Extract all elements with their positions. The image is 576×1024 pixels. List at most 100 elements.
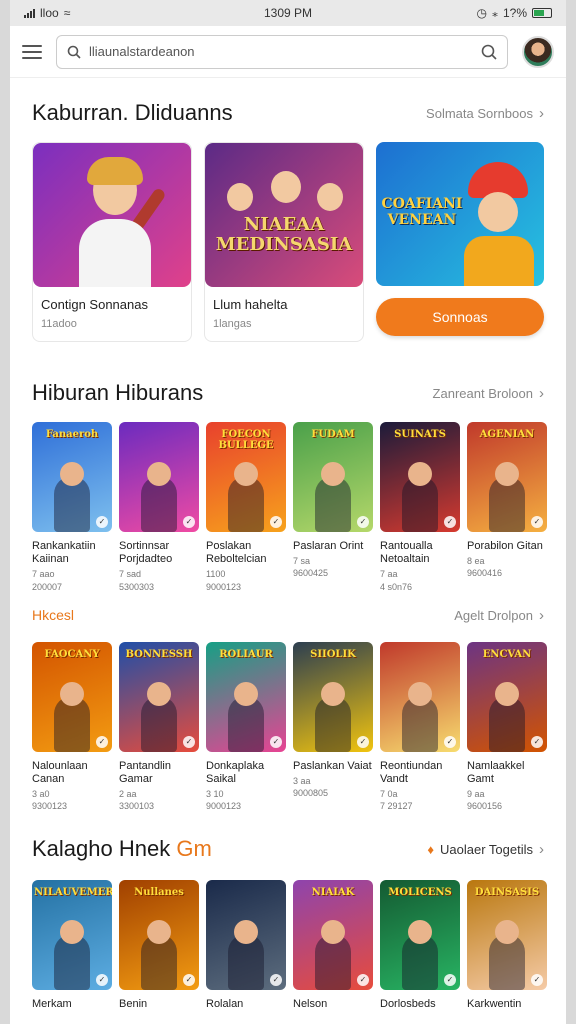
avatar[interactable]	[522, 35, 554, 68]
check-badge-icon: ✓	[357, 735, 369, 748]
game-card-art: AGENIAN ✓	[467, 422, 547, 532]
game-card-meta: 3 aa 9000805	[293, 775, 373, 799]
character-head	[60, 462, 84, 486]
game-card[interactable]: BONNESSH ✓ Pantandlin Gamar 2 aa 3300103	[119, 641, 199, 813]
character-head	[234, 681, 258, 706]
game-card-art-label: ROLIAUR	[219, 648, 273, 660]
game-card-art: FOECON BULLEGE ✓	[206, 422, 286, 532]
game-card-meta-line: 3 a0	[32, 789, 50, 800]
game-card[interactable]: NILAUVEMERS ✓ Merkam	[32, 880, 112, 1011]
search-box[interactable]	[56, 34, 508, 69]
game-card-art: FUDAM ✓	[293, 422, 373, 532]
search-icon	[67, 45, 81, 59]
game-card[interactable]: ROLIAUR ✓ Donkaplaka Saikal 3 10 9000123	[206, 641, 286, 813]
featured-promo: COAFIANI VENEAN Sonnoas	[376, 142, 544, 342]
check-badge-icon: ✓	[531, 735, 543, 748]
check-badge-icon: ✓	[270, 974, 282, 987]
bluetooth-icon: ⁎	[491, 6, 498, 20]
featured-card[interactable]: Contign Sonnanas 11adoo	[32, 142, 192, 342]
character-head	[408, 681, 432, 706]
character-head	[408, 462, 432, 486]
game-card-meta: 7 sa 9600425	[293, 555, 373, 579]
game-card-title: Dorlosbeds	[380, 998, 436, 1011]
character-head	[495, 681, 519, 706]
game-card-title: Rantoualla Netoaltain	[380, 540, 433, 566]
game-card-title: Paslaran Orint	[293, 540, 364, 552]
game-card-meta-line: 3300103	[119, 801, 155, 812]
game-card-art-label: FOECON BULLEGE	[218, 429, 274, 451]
featured-promo-button[interactable]: Sonnoas	[376, 298, 544, 336]
section-entertainment-see-all[interactable]: Zanreant Broloon ›	[433, 385, 544, 402]
section-featured-see-all[interactable]: Solmata Sornboos ›	[426, 105, 544, 122]
game-card[interactable]: Fanaeroh ✓ Rankankatiin Kaiinan 7 aao 200007	[32, 422, 112, 593]
game-card-meta-line: 1100	[206, 569, 226, 580]
featured-promo-art[interactable]: COAFIANI VENEAN	[376, 142, 544, 286]
game-card-art-label: Nullanes	[134, 887, 184, 899]
game-card-meta: 7 0a 7 29127	[380, 788, 460, 812]
game-card[interactable]: ✓ Rolalan	[206, 880, 286, 1011]
game-card[interactable]: DAINSASIS ✓ Karkwentin	[467, 880, 547, 1011]
game-card[interactable]: MOLICENS ✓ Dorlosbeds	[380, 880, 460, 1011]
check-badge-icon: ✓	[444, 974, 456, 987]
section-catalog-link[interactable]: ♦ Uaolaer Togetils ›	[427, 841, 544, 858]
game-card-meta-line: 9600416	[467, 568, 503, 579]
game-card[interactable]: ✓ Reontiundan Vandt 7 0a 7 29127	[380, 641, 460, 813]
game-card[interactable]: ✓ Sortinnsar Porjdadteo 7 sad 5300303	[119, 422, 199, 593]
check-badge-icon: ✓	[183, 974, 195, 987]
check-badge-icon: ✓	[183, 516, 195, 528]
character-head	[60, 681, 84, 706]
check-badge-icon: ✓	[96, 516, 108, 528]
alarm-icon: ◷	[476, 6, 487, 20]
game-card-meta-line: 9600425	[293, 568, 329, 579]
game-card-title: Merkam	[32, 998, 72, 1011]
game-card-art: NILAUVEMERS ✓	[32, 880, 112, 991]
chevron-right-icon: ›	[539, 606, 544, 624]
game-card-art: SUINATS ✓	[380, 422, 460, 532]
game-card-art-label: AGENIAN	[479, 429, 535, 440]
game-card-meta-line: 3 10	[206, 789, 224, 800]
game-card[interactable]: ENCVAN ✓ Namlaakkel Gamt 9 aa 9600156	[467, 641, 547, 813]
game-card[interactable]: FAOCANY ✓ Nalounlaan Canan 3 a0 9300123	[32, 641, 112, 813]
search-submit-icon[interactable]	[481, 44, 497, 60]
game-card-art: NIAIAK ✓	[293, 880, 373, 991]
game-card[interactable]: FUDAM ✓ Paslaran Orint 7 sa 9600425	[293, 422, 373, 593]
game-card[interactable]: AGENIAN ✓ Porabilon Gitan 8 ea 9600416	[467, 422, 547, 593]
character-head	[147, 462, 171, 486]
game-card-title: Reontiundan Vandt	[380, 759, 443, 785]
check-badge-icon: ✓	[444, 516, 456, 528]
game-card-meta-line: 9000123	[206, 581, 242, 592]
featured-card-art-label: NIAEAA MEDINSASIA	[215, 214, 353, 255]
game-card-art-label: ENCVAN	[482, 648, 532, 660]
game-card-meta-line: 4 s0n76	[380, 581, 413, 592]
game-card-meta: 7 aao 200007	[32, 568, 112, 592]
game-card-art-label: NIAIAK	[311, 887, 355, 899]
game-card-meta-line: 7 aao	[32, 569, 55, 580]
featured-card-title: Contign Sonnanas	[41, 297, 148, 312]
featured-card-art	[33, 143, 191, 287]
carrier-label: lloo	[40, 6, 59, 20]
featured-card[interactable]: NIAEAA MEDINSASIA Llum hahelta 1langas	[204, 142, 364, 342]
game-card-art-label: Fanaeroh	[45, 429, 99, 440]
game-card-meta-line: 5300303	[119, 581, 155, 592]
game-card-art-label: BONNESSH	[125, 648, 193, 660]
game-card-meta-line: 7 sad	[119, 569, 142, 580]
search-input[interactable]	[89, 44, 473, 59]
menu-icon[interactable]	[22, 44, 42, 59]
game-card[interactable]: NIAIAK ✓ Nelson	[293, 880, 373, 1011]
game-card-meta-line: 9000805	[293, 787, 329, 798]
check-badge-icon: ✓	[357, 974, 369, 987]
game-card-meta-line: 7 29127	[380, 801, 413, 812]
section-hot-see-all[interactable]: Agelt Drolpon ›	[454, 607, 544, 624]
game-card[interactable]: FOECON BULLEGE ✓ Poslakan Reboltelcian 1100…	[206, 422, 286, 593]
game-card-art: ✓	[119, 422, 199, 532]
game-card-meta: 7 sad 5300303	[119, 568, 199, 592]
game-card-art-label: FAOCANY	[44, 648, 100, 660]
game-card[interactable]: SUINATS ✓ Rantoualla Netoaltain 7 aa 4 s0n76	[380, 422, 460, 593]
game-card-title: Nelson	[293, 998, 328, 1011]
game-card-meta-line: 9 aa	[467, 789, 485, 800]
section-hot-title: Hkcesl	[32, 607, 75, 624]
game-card[interactable]: SIIOLIK ✓ Paslankan Vaiat 3 aa 9000805	[293, 641, 373, 813]
chevron-right-icon: ›	[539, 840, 544, 858]
game-card[interactable]: Nullanes ✓ Benin	[119, 880, 199, 1011]
game-card-art-label: SIIOLIK	[310, 648, 356, 660]
